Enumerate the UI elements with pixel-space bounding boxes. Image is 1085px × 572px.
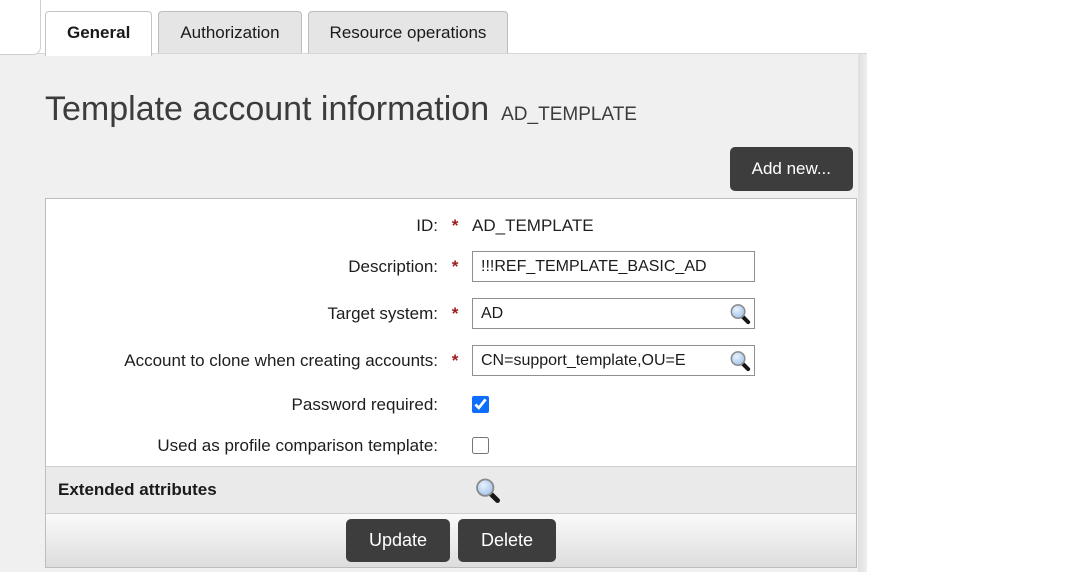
- field-row-target-system: Target system: *: [46, 290, 856, 337]
- required-marker: *: [451, 256, 459, 276]
- field-row-account-to-clone: Account to clone when creating accounts:…: [46, 337, 856, 384]
- template-form: ID: * AD_TEMPLATE Description: * !!!REF_…: [45, 198, 857, 568]
- update-button[interactable]: Update: [345, 519, 450, 562]
- target-system-input[interactable]: [472, 298, 755, 329]
- extended-attributes-row: Extended attributes: [46, 466, 856, 513]
- form-fields: ID: * AD_TEMPLATE Description: * !!!REF_…: [46, 199, 856, 466]
- target-system-label: Target system:: [327, 303, 438, 323]
- magnifier-icon[interactable]: [728, 302, 751, 325]
- tab-authorization[interactable]: Authorization: [158, 11, 302, 53]
- tab-list: General Authorization Resource operation…: [45, 11, 509, 56]
- delete-button[interactable]: Delete: [458, 519, 557, 562]
- password-required-label: Password required:: [291, 394, 438, 414]
- password-required-checkbox[interactable]: [472, 396, 489, 413]
- tab-general[interactable]: General: [45, 11, 153, 56]
- id-value: AD_TEMPLATE: [472, 216, 594, 235]
- tab-resource-operations[interactable]: Resource operations: [307, 11, 509, 53]
- field-row-description: Description: *: [46, 243, 856, 290]
- content-panel: Template account information AD_TEMPLATE …: [0, 53, 868, 572]
- magnifier-icon[interactable]: [728, 349, 751, 372]
- id-label: ID:: [416, 216, 438, 235]
- account-to-clone-label: Account to clone when creating accounts:: [124, 350, 438, 370]
- description-label: Description:: [348, 256, 438, 276]
- field-row-password-required: Password required:: [46, 384, 856, 425]
- tab-strip: General Authorization Resource operation…: [0, 0, 1085, 56]
- required-marker: *: [451, 216, 459, 235]
- window: General Authorization Resource operation…: [0, 0, 1085, 572]
- page-subtitle: AD_TEMPLATE: [501, 104, 637, 125]
- description-input[interactable]: [472, 251, 755, 282]
- required-marker: *: [451, 303, 459, 323]
- profile-comparison-label: Used as profile comparison template:: [157, 435, 438, 455]
- field-row-id: ID: * AD_TEMPLATE: [46, 209, 856, 243]
- required-marker: *: [451, 350, 459, 370]
- magnifier-icon[interactable]: [473, 476, 501, 504]
- add-new-button[interactable]: Add new...: [729, 147, 853, 191]
- account-to-clone-input[interactable]: [472, 345, 755, 376]
- form-actions: Update Delete: [46, 513, 856, 567]
- page-title-text: Template account information: [45, 90, 490, 128]
- field-row-profile-comparison: Used as profile comparison template:: [46, 425, 856, 466]
- page-title: Template account information AD_TEMPLATE: [45, 90, 637, 129]
- extended-attributes-label: Extended attributes: [58, 480, 217, 499]
- tab-strip-corner: [0, 0, 41, 55]
- profile-comparison-checkbox[interactable]: [472, 437, 489, 454]
